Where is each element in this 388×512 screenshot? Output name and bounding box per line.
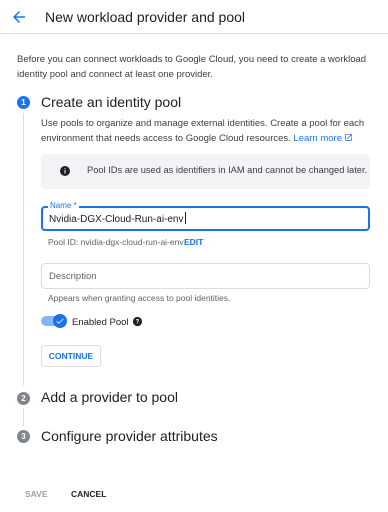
enabled-pool-label: Enabled Pool (72, 317, 129, 328)
step-2-number: 2 (17, 392, 30, 405)
continue-button[interactable]: CONTINUE (41, 345, 101, 367)
step-1-description: Use pools to organize and manage externa… (41, 118, 365, 144)
info-icon (60, 166, 70, 176)
intro-text: Before you can connect workloads to Goog… (17, 54, 367, 80)
step-3-title[interactable]: Configure provider attributes (41, 428, 218, 444)
help-icon[interactable]: ? (132, 316, 143, 327)
description-input[interactable]: Description (41, 263, 370, 289)
step-2-title[interactable]: Add a provider to pool (41, 389, 178, 405)
open-in-new-icon (345, 134, 352, 141)
step-connector (23, 408, 24, 426)
pool-name-input[interactable]: Name * Nvidia-DGX-Cloud-Run-ai-env (41, 201, 370, 231)
step-1-title: Create an identity pool (41, 94, 182, 110)
step-connector (23, 113, 24, 385)
cancel-button[interactable]: CANCEL (71, 489, 106, 499)
step-1-number: 1 (17, 96, 30, 109)
step-3-number: 3 (17, 430, 30, 443)
info-text: Pool IDs are used as identifiers in IAM … (87, 165, 368, 175)
learn-more-link[interactable]: Learn more (293, 133, 353, 144)
toggle-thumb (53, 314, 67, 328)
description-hint: Appears when granting access to pool ide… (48, 293, 231, 303)
text-caret (184, 212, 186, 224)
arrow-back-icon[interactable] (10, 8, 28, 26)
page-title: New workload provider and pool (45, 9, 245, 25)
save-button[interactable]: SAVE (25, 489, 48, 499)
description-placeholder: Description (49, 271, 97, 282)
edit-pool-id-button[interactable]: EDIT (184, 237, 203, 247)
svg-text:?: ? (136, 320, 140, 326)
pool-name-label: Name * (48, 201, 79, 210)
pool-id-text: Pool ID: nvidia-dgx-cloud-run-ai-env (48, 237, 184, 247)
info-banner: Pool IDs are used as identifiers in IAM … (41, 154, 370, 189)
check-icon (56, 318, 64, 324)
page-header: New workload provider and pool (0, 0, 388, 34)
enabled-pool-toggle[interactable] (41, 314, 67, 328)
pool-name-value: Nvidia-DGX-Cloud-Run-ai-env (49, 212, 186, 225)
